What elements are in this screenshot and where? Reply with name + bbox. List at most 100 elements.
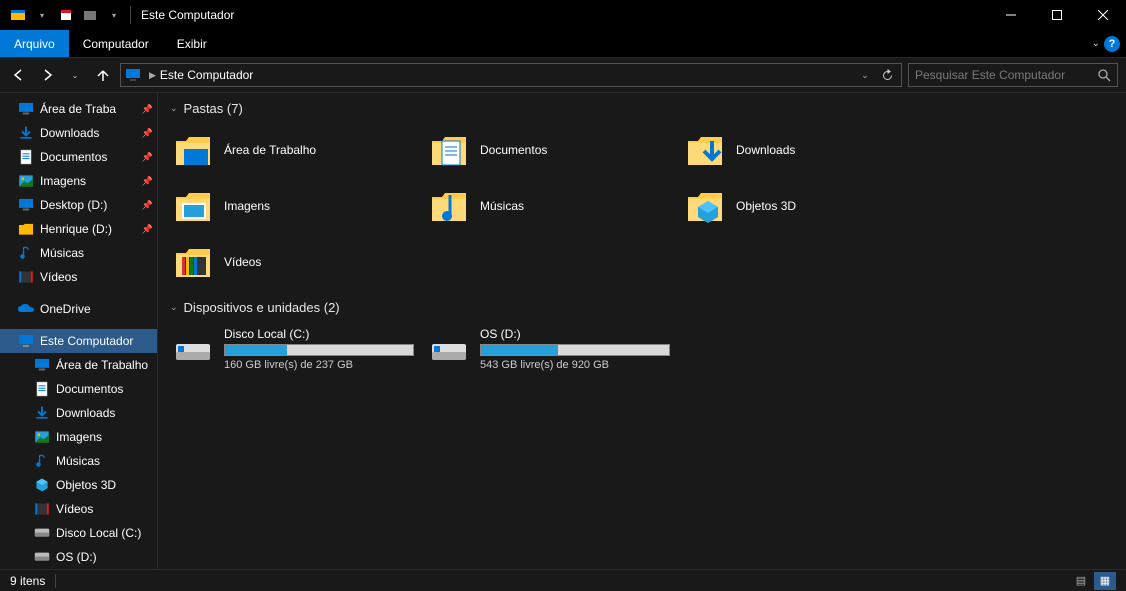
folder-item[interactable]: Área de Trabalho bbox=[170, 126, 410, 174]
pc-icon bbox=[18, 333, 34, 349]
sidebar-quick-item[interactable]: Imagens 📌 bbox=[0, 169, 157, 193]
view-details-button[interactable]: ▤ bbox=[1070, 572, 1092, 590]
sidebar-quick-item[interactable]: Vídeos bbox=[0, 265, 157, 289]
group-drives: ⌄ Dispositivos e unidades (2) Disco Loca… bbox=[170, 300, 1114, 373]
sidebar-item-label: Músicas bbox=[56, 454, 100, 468]
maximize-button[interactable] bbox=[1034, 0, 1080, 30]
sidebar-quick-item[interactable]: Área de Traba 📌 bbox=[0, 97, 157, 121]
folder-label: Área de Trabalho bbox=[224, 143, 316, 157]
folder-icon bbox=[428, 185, 470, 227]
search-input[interactable] bbox=[915, 68, 1098, 82]
refresh-button[interactable] bbox=[875, 69, 899, 82]
music-icon bbox=[18, 245, 34, 261]
sidebar-item-label: Vídeos bbox=[56, 502, 93, 516]
navigation-bar: ⌄ ▶ Este Computador ⌄ bbox=[0, 57, 1126, 93]
group-header-drives[interactable]: ⌄ Dispositivos e unidades (2) bbox=[170, 300, 1114, 315]
status-separator bbox=[55, 574, 56, 588]
folder-item[interactable]: Objetos 3D bbox=[682, 182, 922, 230]
sidebar-thispc-child[interactable]: Área de Trabalho bbox=[0, 353, 157, 377]
folder-icon bbox=[172, 241, 214, 283]
sidebar-thispc-child[interactable]: Disco Local (C:) bbox=[0, 521, 157, 545]
address-segment[interactable]: Este Computador bbox=[160, 68, 253, 82]
sidebar-onedrive[interactable]: OneDrive bbox=[0, 297, 157, 321]
drive-item[interactable]: Disco Local (C:) 160 GB livre(s) de 237 … bbox=[170, 325, 410, 373]
minimize-button[interactable] bbox=[988, 0, 1034, 30]
drive-usage-bar bbox=[224, 344, 414, 356]
recent-dropdown-icon[interactable]: ⌄ bbox=[64, 64, 86, 86]
address-history-icon[interactable]: ⌄ bbox=[855, 70, 875, 81]
folder-item[interactable]: Downloads bbox=[682, 126, 922, 174]
view-icons-button[interactable]: ▦ bbox=[1094, 572, 1116, 590]
sidebar-quick-item[interactable]: Downloads 📌 bbox=[0, 121, 157, 145]
quick-access-toolbar: ▾ ▾ bbox=[8, 5, 124, 25]
ribbon-collapse-icon[interactable]: ⌄ bbox=[1092, 38, 1100, 49]
folder-item[interactable]: Vídeos bbox=[170, 238, 410, 286]
drive-info: OS (D:) 543 GB livre(s) de 920 GB bbox=[480, 327, 670, 371]
pictures-icon bbox=[18, 173, 34, 189]
sidebar-thispc-child[interactable]: OS (D:) bbox=[0, 545, 157, 569]
tab-file[interactable]: Arquivo bbox=[0, 30, 69, 57]
navigation-pane[interactable]: Área de Traba 📌 Downloads 📌 Documentos 📌… bbox=[0, 93, 158, 569]
search-box[interactable] bbox=[908, 63, 1118, 87]
qat-chevron-icon[interactable]: ▾ bbox=[104, 5, 124, 25]
folder-label: Documentos bbox=[480, 143, 547, 157]
back-button[interactable] bbox=[8, 64, 30, 86]
sidebar-item-label: Área de Trabalho bbox=[56, 358, 148, 372]
onedrive-icon bbox=[18, 301, 34, 317]
group-header-folders[interactable]: ⌄ Pastas (7) bbox=[170, 101, 1114, 116]
folder-label: Downloads bbox=[736, 143, 795, 157]
sidebar-thispc-child[interactable]: Vídeos bbox=[0, 497, 157, 521]
search-icon[interactable] bbox=[1098, 69, 1111, 82]
address-chevron-icon[interactable]: ▶ bbox=[149, 70, 156, 81]
folder-item[interactable]: Documentos bbox=[426, 126, 666, 174]
drive-usage-bar bbox=[480, 344, 670, 356]
address-bar[interactable]: ▶ Este Computador ⌄ bbox=[120, 63, 902, 87]
sidebar-item-label: Objetos 3D bbox=[56, 478, 116, 492]
close-button[interactable] bbox=[1080, 0, 1126, 30]
folder-item[interactable]: Músicas bbox=[426, 182, 666, 230]
quick-dropdown-icon[interactable]: ▾ bbox=[32, 5, 52, 25]
drive-icon bbox=[34, 525, 50, 541]
sidebar-quick-item[interactable]: Documentos 📌 bbox=[0, 145, 157, 169]
group-folders: ⌄ Pastas (7) Área de Trabalho Documentos… bbox=[170, 101, 1114, 286]
drive-free-text: 543 GB livre(s) de 920 GB bbox=[480, 359, 670, 371]
pin-icon: 📌 bbox=[142, 104, 153, 115]
sidebar-thispc-child[interactable]: Downloads bbox=[0, 401, 157, 425]
folder-icon bbox=[172, 129, 214, 171]
up-button[interactable] bbox=[92, 64, 114, 86]
titlebar: ▾ ▾ Este Computador bbox=[0, 0, 1126, 30]
folder-icon bbox=[684, 129, 726, 171]
content-area[interactable]: ⌄ Pastas (7) Área de Trabalho Documentos… bbox=[158, 93, 1126, 569]
new-folder-icon[interactable] bbox=[80, 5, 100, 25]
forward-button[interactable] bbox=[36, 64, 58, 86]
sidebar-quick-item[interactable]: Desktop (D:) 📌 bbox=[0, 193, 157, 217]
properties-icon[interactable] bbox=[56, 5, 76, 25]
pin-icon: 📌 bbox=[142, 176, 153, 187]
sidebar-item-label: Este Computador bbox=[40, 334, 133, 348]
sidebar-quick-item[interactable]: Músicas bbox=[0, 241, 157, 265]
address-pc-icon bbox=[123, 65, 143, 85]
drive-icon bbox=[34, 549, 50, 565]
sidebar-quick-item[interactable]: Henrique (D:) 📌 bbox=[0, 217, 157, 241]
sidebar-this-pc[interactable]: Este Computador bbox=[0, 329, 157, 353]
drive-icon bbox=[428, 328, 470, 370]
pin-icon: 📌 bbox=[142, 128, 153, 139]
objects3d-icon bbox=[34, 477, 50, 493]
drive-item[interactable]: OS (D:) 543 GB livre(s) de 920 GB bbox=[426, 325, 666, 373]
help-icon[interactable]: ? bbox=[1104, 36, 1120, 52]
window-controls bbox=[988, 0, 1126, 30]
pictures-icon bbox=[34, 429, 50, 445]
pin-icon: 📌 bbox=[142, 224, 153, 235]
tab-computer[interactable]: Computador bbox=[69, 30, 163, 57]
folder-icon bbox=[428, 129, 470, 171]
sidebar-thispc-child[interactable]: Músicas bbox=[0, 449, 157, 473]
folder-item[interactable]: Imagens bbox=[170, 182, 410, 230]
ribbon-tabs: Arquivo Computador Exibir ⌄ ? bbox=[0, 30, 1126, 57]
sidebar-thispc-child[interactable]: Imagens bbox=[0, 425, 157, 449]
explorer-icon bbox=[8, 5, 28, 25]
group-title: Dispositivos e unidades (2) bbox=[184, 300, 340, 315]
folder-icon bbox=[172, 185, 214, 227]
sidebar-thispc-child[interactable]: Documentos bbox=[0, 377, 157, 401]
tab-view[interactable]: Exibir bbox=[163, 30, 221, 57]
sidebar-thispc-child[interactable]: Objetos 3D bbox=[0, 473, 157, 497]
